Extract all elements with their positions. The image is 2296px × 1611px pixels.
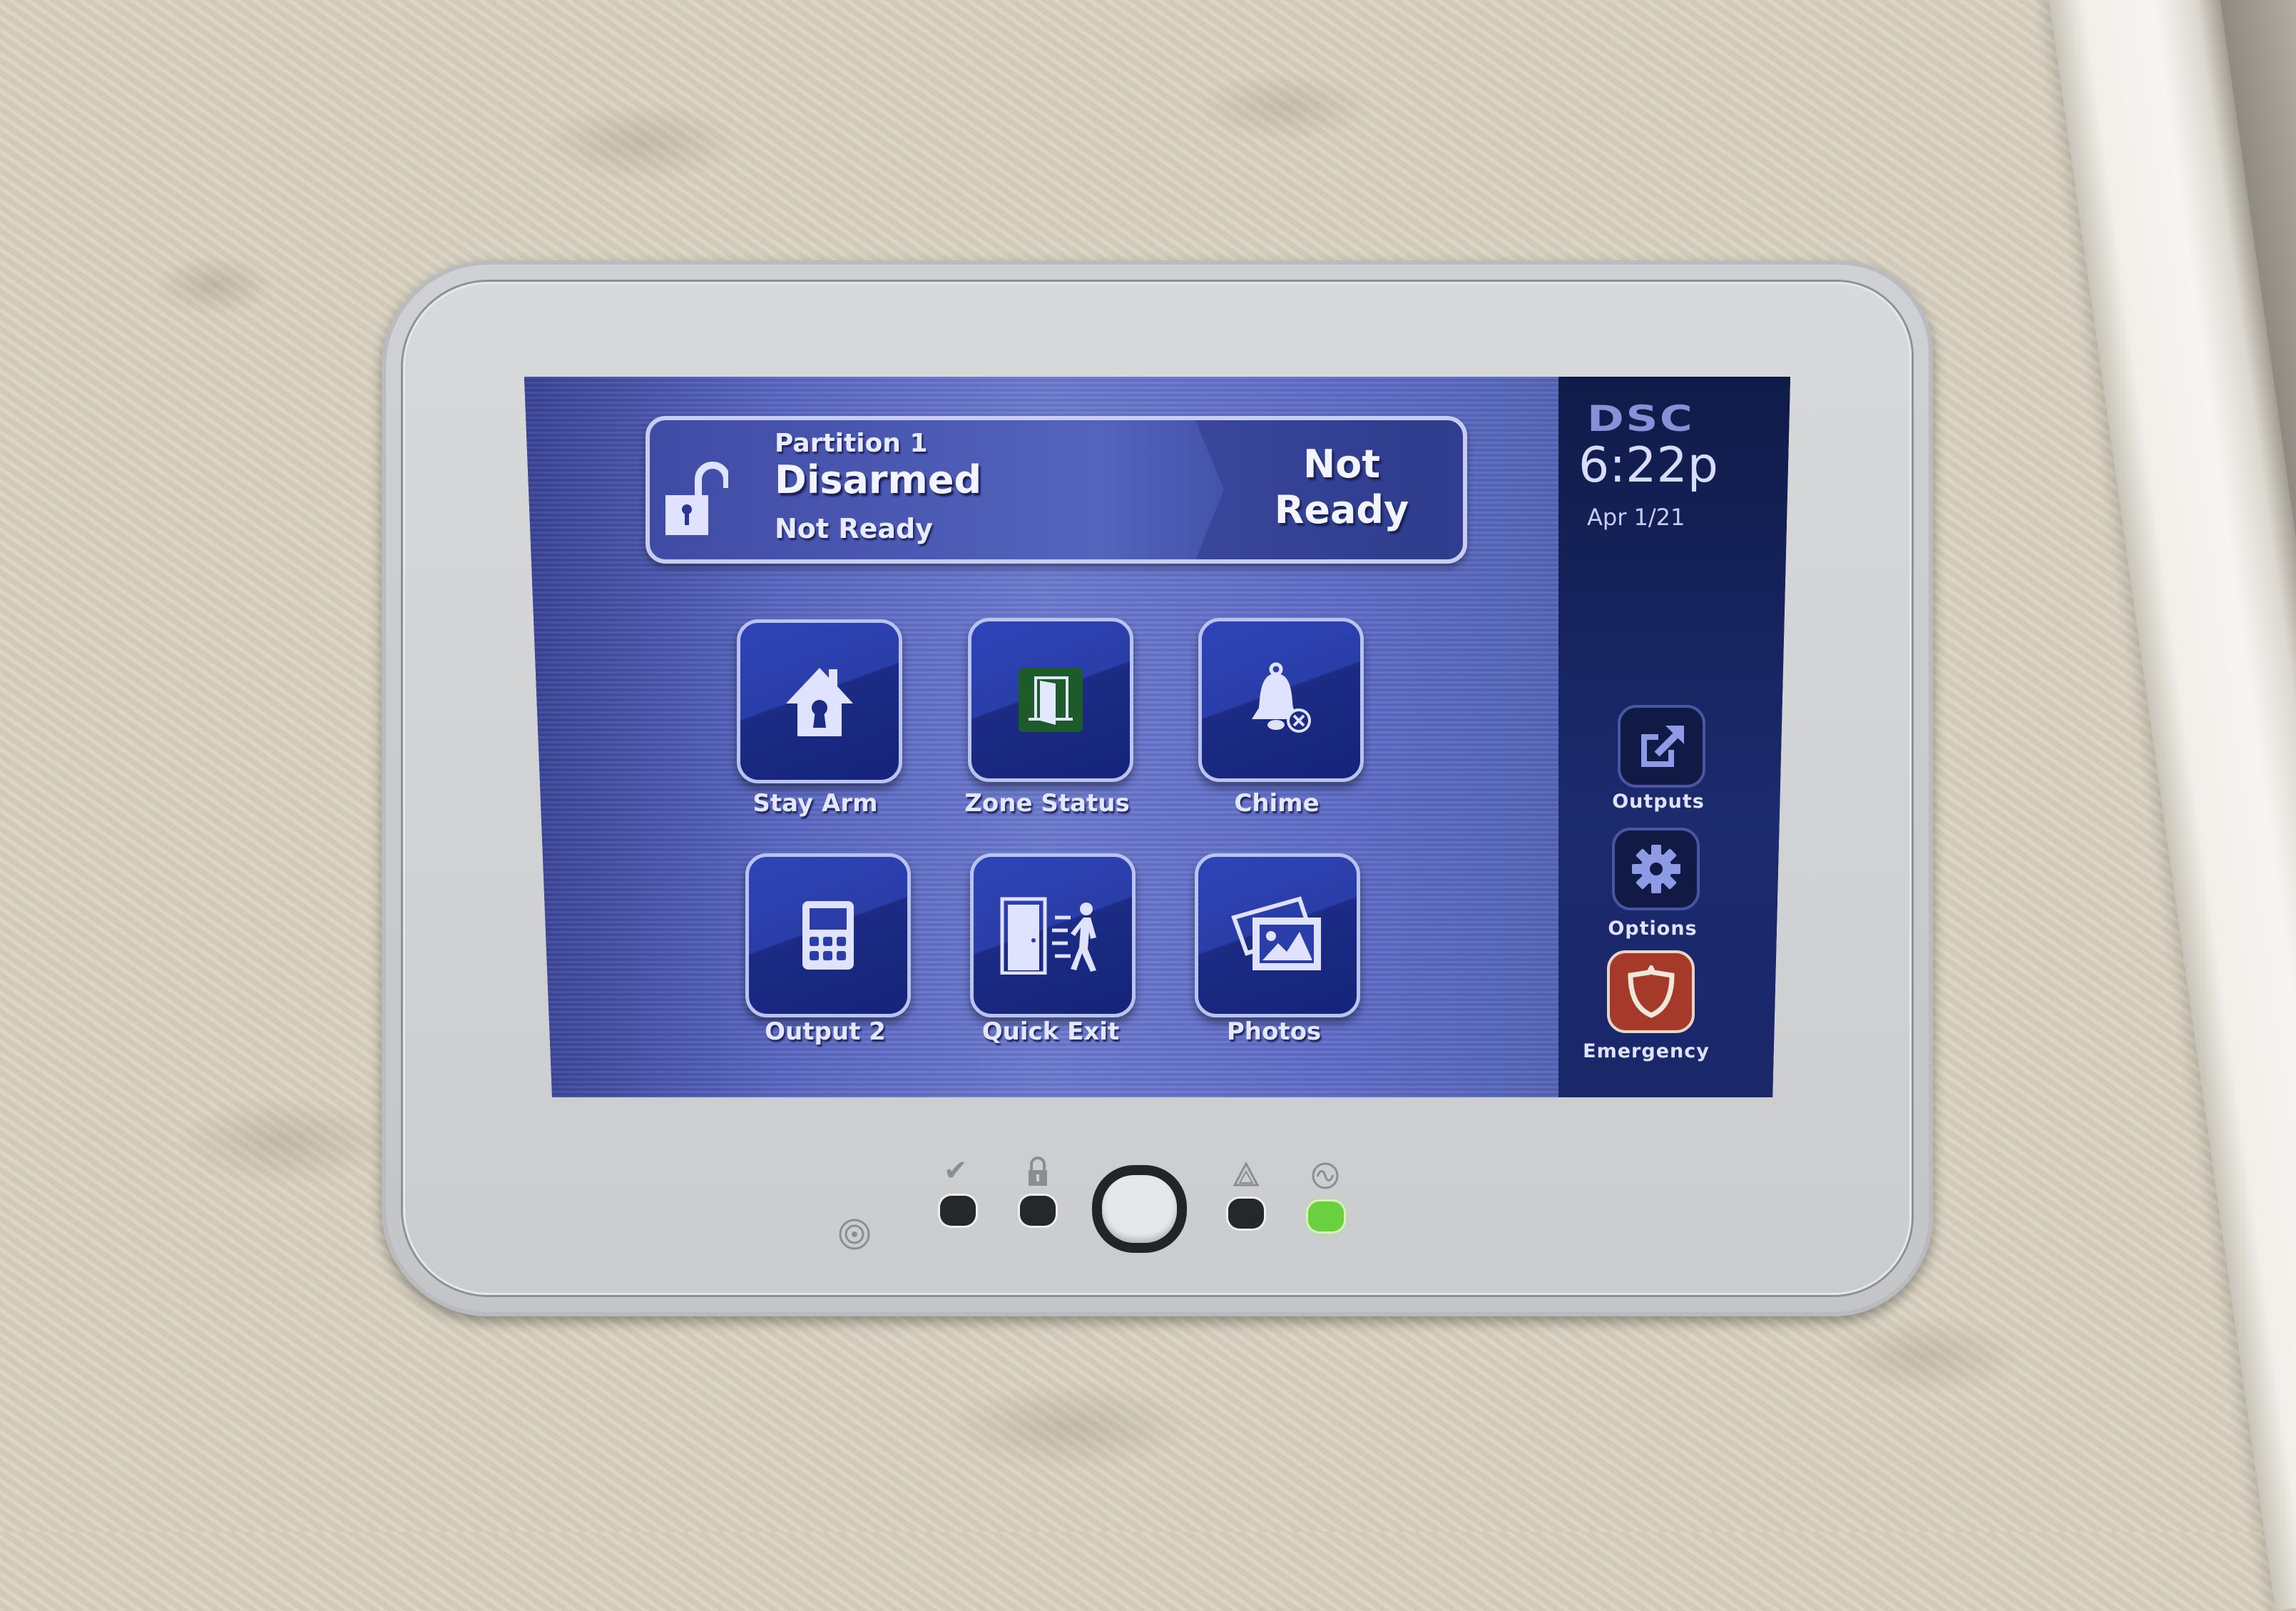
external-link-icon — [1641, 726, 1684, 767]
options-button[interactable] — [1612, 828, 1700, 910]
photos-button[interactable] — [1195, 853, 1360, 1017]
gear-icon — [1631, 845, 1680, 893]
proximity-tag-icon — [839, 1219, 870, 1250]
main-area: Partition 1 Disarmed Not Ready Not Ready… — [524, 377, 1558, 1097]
touchscreen: Partition 1 Disarmed Not Ready Not Ready… — [524, 377, 1790, 1097]
emergency-label: Emergency — [1583, 1040, 1710, 1062]
arm-state: Disarmed — [775, 457, 982, 502]
bell-off-icon — [1252, 662, 1311, 733]
ac-power-icon — [1312, 1162, 1339, 1189]
clock: 6:22p — [1578, 437, 1718, 494]
output-2-button[interactable] — [745, 853, 911, 1017]
photos-icon — [1231, 896, 1321, 970]
readiness-status: Not Ready — [775, 513, 933, 544]
partition-label: Partition 1 — [775, 429, 928, 458]
emergency-button[interactable] — [1607, 950, 1695, 1033]
brand-logo: DSC — [1587, 398, 1695, 439]
trouble-led — [1228, 1199, 1264, 1229]
zone-status-button[interactable] — [968, 618, 1133, 782]
keypad-icon — [802, 901, 854, 970]
output-2-label: Output 2 — [765, 1017, 886, 1046]
outputs-button[interactable] — [1618, 705, 1705, 788]
door-icon — [1019, 668, 1083, 732]
door-exit-person-icon — [1000, 897, 1096, 975]
sidebar: DSC 6:22p Apr 1/21 Outputs Options Emerg… — [1558, 377, 1790, 1097]
unlocked-padlock-icon — [665, 462, 728, 535]
photos-label: Photos — [1226, 1017, 1322, 1046]
zone-status-label: Zone Status — [964, 789, 1130, 818]
stay-arm-label: Stay Arm — [752, 789, 878, 818]
ready-check-icon: ✔ — [944, 1154, 968, 1187]
home-button[interactable] — [1102, 1175, 1177, 1243]
armed-lock-icon — [1029, 1157, 1047, 1186]
quick-exit-label: Quick Exit — [981, 1017, 1120, 1046]
shield-icon — [1627, 965, 1675, 1018]
armed-led — [1020, 1196, 1056, 1226]
quick-exit-button[interactable] — [970, 853, 1136, 1017]
chime-button[interactable] — [1198, 618, 1364, 782]
chime-label: Chime — [1234, 789, 1320, 818]
date: Apr 1/21 — [1587, 504, 1685, 531]
trouble-warning-icon — [1233, 1162, 1260, 1186]
house-keyhole-icon — [786, 668, 853, 736]
ready-led — [940, 1196, 976, 1226]
readiness-banner: Not Ready — [1274, 442, 1409, 532]
stay-arm-button[interactable] — [737, 619, 902, 783]
outputs-label: Outputs — [1612, 791, 1705, 813]
options-label: Options — [1608, 918, 1698, 940]
ac-power-led — [1308, 1201, 1344, 1231]
partition-status-panel[interactable]: Partition 1 Disarmed Not Ready Not Ready — [646, 416, 1467, 564]
